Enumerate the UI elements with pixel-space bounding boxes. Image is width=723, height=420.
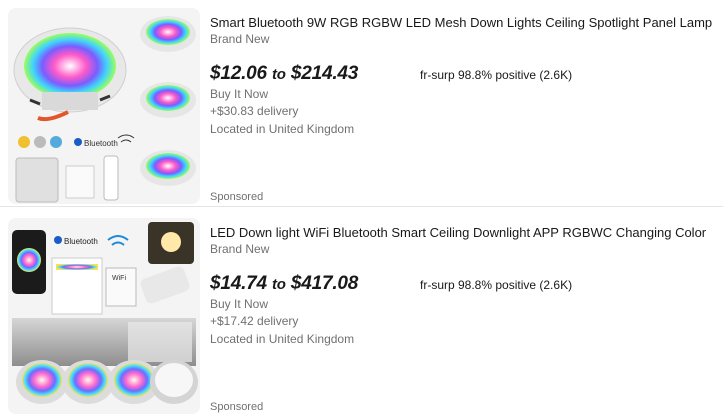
item-location: Located in United Kingdom: [210, 122, 355, 136]
sponsored-label: Sponsored: [210, 191, 264, 203]
price-range: $14.74 to $417.08: [210, 273, 358, 295]
sponsored-label: Sponsored: [210, 401, 264, 413]
price-low: $12.06: [210, 63, 267, 84]
product-image[interactable]: Bluetooth: [8, 8, 200, 204]
wifi-label: WiFi: [112, 275, 126, 282]
delivery-cost: +$30.83 delivery: [210, 104, 299, 118]
price-to: to: [272, 66, 286, 83]
listing-card[interactable]: Bluetooth WiFi LED Down light WiFi Bluet…: [0, 210, 723, 415]
search-results-list: Bluetooth Smart Bluetooth 9W RGB RGBW LE…: [0, 0, 723, 420]
bluetooth-label: Bluetooth: [84, 139, 118, 148]
delivery-cost: +$17.42 delivery: [210, 314, 299, 328]
price-to: to: [272, 276, 286, 293]
price-high: $214.43: [290, 63, 359, 84]
price-low: $14.74: [210, 273, 267, 294]
product-image[interactable]: Bluetooth WiFi: [8, 218, 200, 414]
bluetooth-label: Bluetooth: [64, 237, 98, 246]
item-condition: Brand New: [210, 32, 270, 46]
price-high: $417.08: [290, 273, 359, 294]
listing-card[interactable]: Bluetooth Smart Bluetooth 9W RGB RGBW LE…: [0, 0, 723, 205]
buy-format: Buy It Now: [210, 297, 269, 311]
seller-info: fr-surp 98.8% positive (2.6K): [420, 278, 573, 292]
item-condition: Brand New: [210, 242, 270, 256]
price-range: $12.06 to $214.43: [210, 63, 358, 85]
led-downlight-image: Bluetooth: [8, 8, 200, 204]
buy-format: Buy It Now: [210, 87, 269, 101]
listing-title[interactable]: Smart Bluetooth 9W RGB RGBW LED Mesh Dow…: [210, 14, 715, 31]
listing-title[interactable]: LED Down light WiFi Bluetooth Smart Ceil…: [210, 224, 715, 241]
item-location: Located in United Kingdom: [210, 332, 355, 346]
seller-info: fr-surp 98.8% positive (2.6K): [420, 68, 573, 82]
led-downlight-image: Bluetooth WiFi: [8, 218, 200, 414]
divider: [0, 206, 723, 207]
